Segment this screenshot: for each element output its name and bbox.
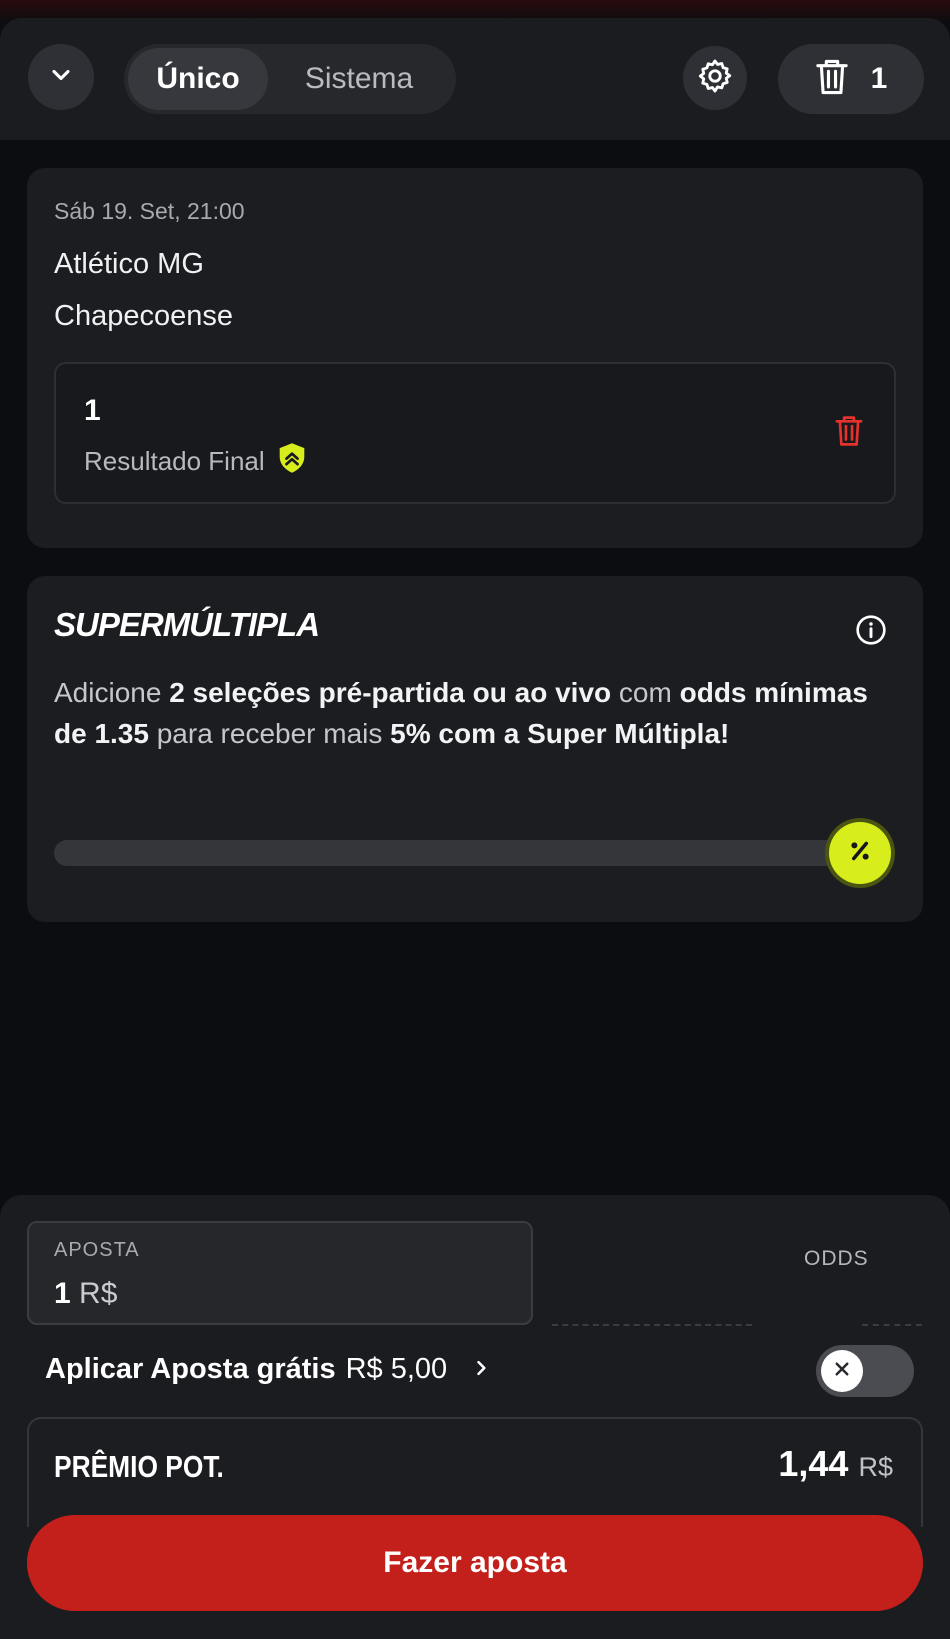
toggle-knob: [821, 1350, 863, 1392]
odds-divider: [552, 1324, 752, 1326]
prize-label: PRÊMIO POT.: [54, 1449, 224, 1484]
odds-divider: [862, 1324, 922, 1326]
settings-button[interactable]: [683, 46, 747, 110]
trash-icon: [834, 416, 864, 452]
selection-item: 1 Resultado Final: [54, 362, 896, 504]
prize-currency: R$: [858, 1452, 893, 1482]
stake-label: APOSTA: [54, 1239, 140, 1261]
clear-selections-button[interactable]: 1: [778, 44, 924, 114]
chevron-down-icon: [47, 61, 75, 94]
supermultipla-progress: [54, 840, 844, 866]
stake-value[interactable]: 1 R$: [54, 1277, 117, 1311]
selection-card: Sáb 19. Set, 21:00 Atlético MG Chapecoen…: [27, 168, 923, 548]
supermultipla-card: SUPERMÚLTIPLA Adicione 2 seleções pré-pa…: [27, 576, 923, 922]
home-team: Atlético MG: [54, 248, 204, 280]
selection-count: 1: [870, 62, 888, 95]
free-bet-toggle[interactable]: [816, 1345, 914, 1397]
close-icon: [833, 1360, 851, 1383]
betslip-header: Único Sistema 1: [0, 18, 950, 140]
market-label: Resultado Final: [84, 446, 265, 476]
collapse-button[interactable]: [28, 44, 94, 110]
gear-icon: [696, 57, 734, 100]
match-datetime: Sáb 19. Set, 21:00: [54, 198, 245, 224]
tab-sistema[interactable]: Sistema: [274, 48, 444, 110]
betslip-footer: APOSTA 1 R$ ODDS Aplicar Aposta grátis R…: [0, 1195, 950, 1639]
stake-amount: 1: [54, 1277, 71, 1310]
shield-boost-icon: [277, 442, 307, 481]
text-part: com: [611, 677, 680, 708]
text-part: para receber mais: [148, 718, 391, 749]
text-part-bold: 5% com a Super Múltipla!: [390, 718, 730, 749]
percent-icon: [845, 836, 875, 871]
trash-icon: [815, 57, 849, 102]
text-part: Adicione: [54, 677, 170, 708]
away-team: Chapecoense: [54, 300, 233, 332]
supermultipla-description: Adicione 2 seleções pré-partida ou ao vi…: [54, 672, 874, 754]
supermultipla-title: SUPERMÚLTIPLA: [54, 606, 320, 643]
place-bet-button[interactable]: Fazer aposta: [27, 1515, 923, 1611]
selection-value: 1: [84, 394, 101, 427]
potential-prize: PRÊMIO POT. 1,44 R$: [27, 1417, 923, 1527]
tab-unico[interactable]: Único: [128, 48, 268, 110]
remove-selection-button[interactable]: [834, 414, 864, 453]
chevron-right-icon: [471, 1353, 491, 1386]
prize-value: 1,44 R$: [778, 1443, 893, 1485]
percent-badge: [829, 822, 891, 884]
stake-input[interactable]: APOSTA 1 R$: [27, 1221, 533, 1325]
text-part-bold: 2 seleções pré-partida ou ao vivo: [169, 677, 612, 708]
info-button[interactable]: [855, 614, 887, 651]
selection-market: Resultado Final: [84, 442, 307, 481]
odds-label: ODDS: [804, 1247, 869, 1270]
info-icon: [855, 615, 887, 650]
free-bet-label: Aplicar Aposta grátis: [45, 1353, 336, 1385]
free-bet-amount: R$ 5,00: [345, 1353, 448, 1385]
free-bet-link[interactable]: Aplicar Aposta grátis R$ 5,00: [45, 1353, 491, 1386]
stake-currency: R$: [79, 1277, 118, 1310]
bet-type-toggle: Único Sistema: [124, 44, 456, 114]
prize-amount: 1,44: [778, 1443, 849, 1484]
